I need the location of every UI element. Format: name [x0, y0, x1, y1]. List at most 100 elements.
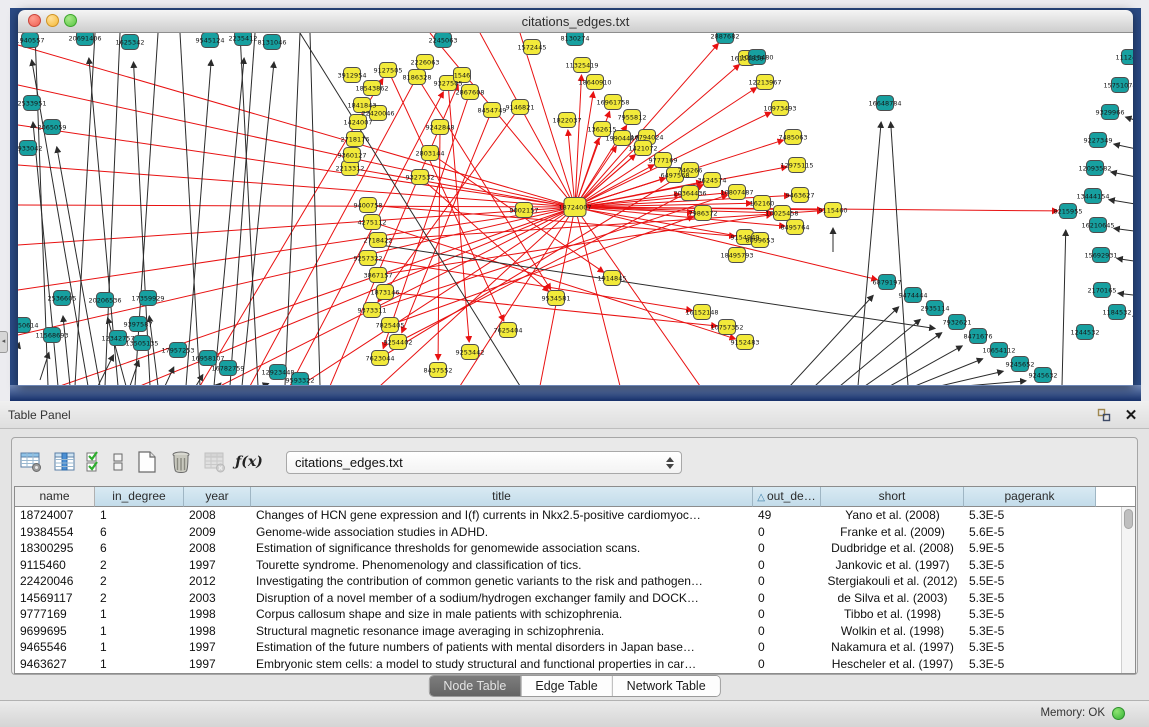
table-cell[interactable]: Estimation of the future numbers of pati… — [251, 639, 753, 656]
table-cell[interactable]: 1 — [95, 623, 184, 640]
new-column-button[interactable] — [134, 449, 160, 475]
column-header-short[interactable]: short — [821, 487, 964, 507]
function-builder-button[interactable]: ƒ(x) — [236, 449, 262, 475]
table-cell[interactable]: 5.3E-5 — [964, 623, 1096, 640]
table-cell[interactable]: 9699695 — [15, 623, 95, 640]
table-cell[interactable]: 2008 — [184, 540, 251, 557]
table-cell[interactable]: Structural magnetic resonance image aver… — [251, 623, 753, 640]
network-canvas[interactable]: 1872400718220371362615199044871696175818… — [18, 33, 1133, 385]
table-cell[interactable]: 18724007 — [15, 507, 95, 524]
table-row[interactable]: 1830029562008Estimation of significance … — [15, 540, 1121, 557]
table-cell[interactable]: de Silva et al. (2003) — [821, 590, 964, 607]
float-window-button[interactable] — [1093, 405, 1113, 425]
close-window-button[interactable] — [28, 14, 41, 27]
table-cell[interactable]: 1998 — [184, 606, 251, 623]
table-cell[interactable]: 1 — [95, 606, 184, 623]
table-cell[interactable]: 0 — [753, 590, 821, 607]
unselect-rows-button[interactable] — [110, 449, 126, 475]
table-cell[interactable]: Embryonic stem cells: a model to study s… — [251, 656, 753, 673]
close-panel-button[interactable]: ✕ — [1121, 405, 1141, 425]
table-cell[interactable]: 1 — [95, 639, 184, 656]
delete-column-button[interactable] — [168, 449, 194, 475]
table-cell[interactable]: 5.3E-5 — [964, 606, 1096, 623]
table-selector-dropdown[interactable]: citations_edges.txt — [286, 451, 682, 474]
table-cell[interactable]: 9777169 — [15, 606, 95, 623]
table-row[interactable]: 1872400712008Changes of HCN gene express… — [15, 507, 1121, 524]
table-cell[interactable]: 0 — [753, 557, 821, 574]
table-cell[interactable]: 49 — [753, 507, 821, 524]
table-row[interactable]: 977716911998Corpus callosum shape and si… — [15, 606, 1121, 623]
table-cell[interactable]: 5.3E-5 — [964, 639, 1096, 656]
zoom-window-button[interactable] — [64, 14, 77, 27]
table-cell[interactable]: 1 — [95, 656, 184, 673]
table-cell[interactable]: 5.3E-5 — [964, 656, 1096, 673]
tab-node-table[interactable]: Node Table — [429, 676, 520, 696]
table-cell[interactable]: 19384554 — [15, 524, 95, 541]
table-cell[interactable]: Tibbo et al. (1998) — [821, 606, 964, 623]
column-header-out-de-[interactable]: △out_de… — [753, 487, 821, 507]
table-cell[interactable]: 5.3E-5 — [964, 507, 1096, 524]
table-row[interactable]: 946362711997Embryonic stem cells: a mode… — [15, 656, 1121, 673]
minimize-window-button[interactable] — [46, 14, 59, 27]
column-header-name[interactable]: name — [15, 487, 95, 507]
vertical-scrollbar[interactable] — [1121, 507, 1135, 673]
show-column-button[interactable] — [52, 449, 78, 475]
table-cell[interactable]: 6 — [95, 524, 184, 541]
table-cell[interactable]: 1998 — [184, 623, 251, 640]
table-cell[interactable]: Yano et al. (2008) — [821, 507, 964, 524]
table-cell[interactable]: Jankovic et al. (1997) — [821, 557, 964, 574]
table-cell[interactable]: 0 — [753, 540, 821, 557]
table-cell[interactable]: 0 — [753, 623, 821, 640]
table-cell[interactable]: 2009 — [184, 524, 251, 541]
table-cell[interactable]: Dudbridge et al. (2008) — [821, 540, 964, 557]
table-cell[interactable]: 9115460 — [15, 557, 95, 574]
table-cell[interactable]: 5.5E-5 — [964, 573, 1096, 590]
table-cell[interactable]: 2 — [95, 557, 184, 574]
table-cell[interactable]: 0 — [753, 606, 821, 623]
table-row[interactable]: 1456911722003Disruption of a novel membe… — [15, 590, 1121, 607]
table-cell[interactable]: 2 — [95, 573, 184, 590]
table-row[interactable]: 911546021997Tourette syndrome. Phenomeno… — [15, 557, 1121, 574]
tab-network-table[interactable]: Network Table — [612, 676, 720, 696]
table-cell[interactable]: Investigating the contribution of common… — [251, 573, 753, 590]
column-header-title[interactable]: title — [251, 487, 753, 507]
table-row[interactable]: 2242004622012Investigating the contribut… — [15, 573, 1121, 590]
table-cell[interactable]: 9463627 — [15, 656, 95, 673]
select-all-button[interactable] — [86, 449, 102, 475]
table-cell[interactable]: 0 — [753, 656, 821, 673]
table-cell[interactable]: 2003 — [184, 590, 251, 607]
table-cell[interactable]: Genome-wide association studies in ADHD. — [251, 524, 753, 541]
table-cell[interactable]: Nakamura et al. (1997) — [821, 639, 964, 656]
scrollbar-thumb[interactable] — [1124, 509, 1133, 529]
table-mode-button[interactable] — [18, 449, 44, 475]
table-cell[interactable]: Changes of HCN gene expression and I(f) … — [251, 507, 753, 524]
table-row[interactable]: 969969511998Structural magnetic resonanc… — [15, 623, 1121, 640]
table-row[interactable]: 1938455462009Genome-wide association stu… — [15, 524, 1121, 541]
table-cell[interactable]: Tourette syndrome. Phenomenology and cla… — [251, 557, 753, 574]
table-cell[interactable]: 1 — [95, 507, 184, 524]
tab-edge-table[interactable]: Edge Table — [520, 676, 611, 696]
table-cell[interactable]: 18300295 — [15, 540, 95, 557]
table-cell[interactable]: 2012 — [184, 573, 251, 590]
control-panel-collapse-handle[interactable]: ◂ — [0, 331, 8, 353]
table-cell[interactable]: 1997 — [184, 557, 251, 574]
table-cell[interactable]: 1997 — [184, 656, 251, 673]
table-cell[interactable]: Corpus callosum shape and size in male p… — [251, 606, 753, 623]
table-cell[interactable]: 0 — [753, 639, 821, 656]
network-window-titlebar[interactable]: citations_edges.txt — [18, 10, 1133, 33]
table-cell[interactable]: 14569117 — [15, 590, 95, 607]
table-cell[interactable]: 5.9E-5 — [964, 540, 1096, 557]
table-cell[interactable]: 1997 — [184, 639, 251, 656]
table-cell[interactable]: Hescheler et al. (1997) — [821, 656, 964, 673]
table-cell[interactable]: 5.3E-5 — [964, 557, 1096, 574]
column-header-pagerank[interactable]: pagerank — [964, 487, 1096, 507]
table-cell[interactable]: Franke et al. (2009) — [821, 524, 964, 541]
delete-table-button[interactable] — [202, 449, 228, 475]
table-cell[interactable]: Stergiakouli et al. (2012) — [821, 573, 964, 590]
table-cell[interactable]: 6 — [95, 540, 184, 557]
table-cell[interactable]: Estimation of significance thresholds fo… — [251, 540, 753, 557]
table-cell[interactable]: Disruption of a novel member of a sodium… — [251, 590, 753, 607]
table-cell[interactable]: 22420046 — [15, 573, 95, 590]
column-header-year[interactable]: year — [184, 487, 251, 507]
table-cell[interactable]: 9465546 — [15, 639, 95, 656]
